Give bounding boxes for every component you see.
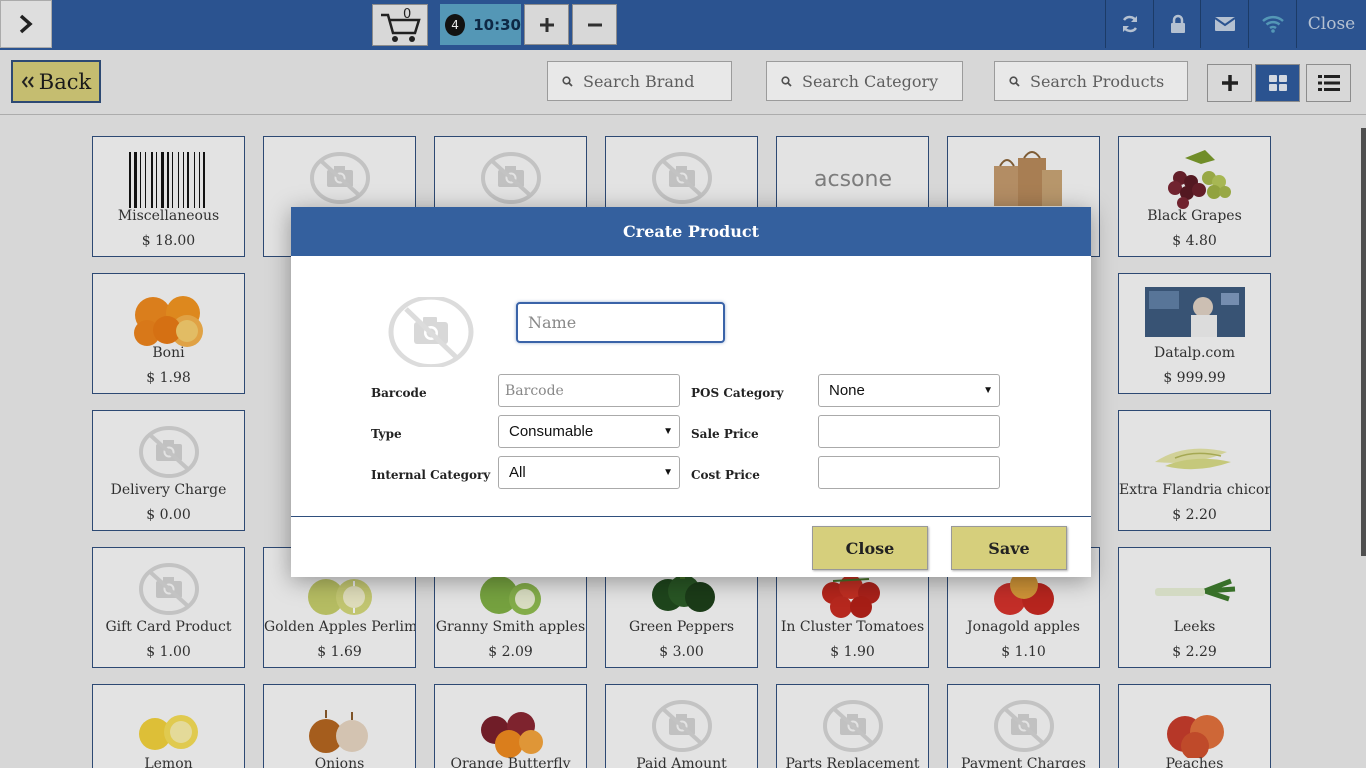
type-select[interactable]: Consumable ▼ <box>498 415 680 448</box>
close-button-label: Close <box>845 538 895 558</box>
type-select-value: Consumable <box>509 423 594 440</box>
internal-category-label: Internal Category <box>371 468 491 482</box>
internal-category-select[interactable]: All ▼ <box>498 456 680 489</box>
cost-price-input[interactable] <box>818 456 1000 489</box>
pos-category-select[interactable]: None ▼ <box>818 374 1000 407</box>
dialog-divider <box>291 516 1091 517</box>
create-product-dialog: Create Product Barcode Type Consumable ▼… <box>291 207 1091 577</box>
internal-category-select-value: All <box>509 464 526 481</box>
no-image-icon[interactable] <box>388 297 474 367</box>
dialog-title: Create Product <box>623 222 759 241</box>
dialog-header: Create Product <box>291 207 1091 256</box>
dropdown-arrow-icon: ▼ <box>663 426 673 437</box>
barcode-input[interactable] <box>498 374 680 407</box>
cost-price-label: Cost Price <box>691 468 760 482</box>
sale-price-input[interactable] <box>818 415 1000 448</box>
save-button[interactable]: Save <box>951 526 1067 570</box>
pos-category-select-value: None <box>829 382 865 399</box>
save-button-label: Save <box>988 538 1030 558</box>
close-button[interactable]: Close <box>812 526 928 570</box>
product-name-input[interactable] <box>516 302 725 343</box>
type-label: Type <box>371 427 402 441</box>
pos-category-label: POS Category <box>691 386 784 400</box>
sale-price-label: Sale Price <box>691 427 759 441</box>
barcode-label: Barcode <box>371 386 427 400</box>
dropdown-arrow-icon: ▼ <box>983 385 993 396</box>
dropdown-arrow-icon: ▼ <box>663 467 673 478</box>
